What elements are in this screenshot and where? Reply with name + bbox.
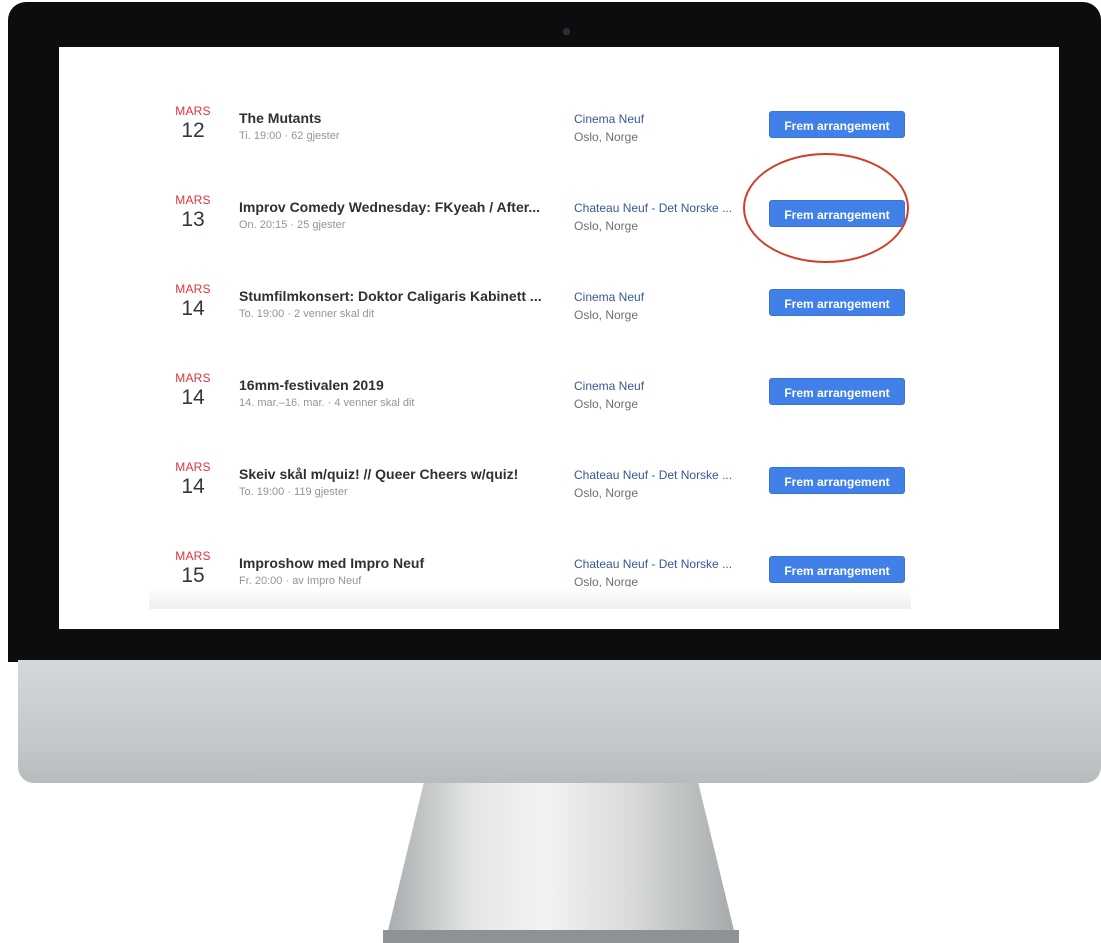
frem-arrangement-button[interactable]: Frem arrangement [769,467,905,494]
event-day: 14 [181,386,205,409]
stand-base [383,930,739,943]
event-meta: Fr. 20:00 · av Impro Neuf [239,575,362,587]
highlight-circle [743,153,909,263]
venue-city: Oslo, Norge [574,219,639,233]
venue-city: Oslo, Norge [574,397,639,411]
list-bottom-fade [149,587,911,609]
event-meta: 14. mar.–16. mar. · 4 venner skal dit [239,397,415,409]
event-meta: To. 19:00 · 2 venner skal dit [239,308,375,320]
venue-city: Oslo, Norge [574,486,639,500]
monitor-screen: MARS 12 The Mutants Ti. 19:00 · 62 gjest… [59,47,1059,629]
venue-city: Oslo, Norge [574,308,639,322]
event-day: 14 [181,475,205,498]
event-meta: On. 20:15 · 25 gjester [239,219,346,231]
frem-arrangement-button[interactable]: Frem arrangement [769,111,905,138]
event-month: MARS [175,193,211,207]
event-day: 12 [181,119,205,142]
monitor-stand [385,783,737,943]
monitor-chin [18,660,1101,783]
event-row: MARS 14 Skeiv skål m/quiz! // Queer Chee… [149,450,911,510]
event-day: 14 [181,297,205,320]
frem-arrangement-button[interactable]: Frem arrangement [769,289,905,316]
event-month: MARS [175,371,211,385]
event-meta: Ti. 19:00 · 62 gjester [239,130,340,142]
venue-link[interactable]: Chateau Neuf - Det Norske ... [574,557,744,571]
frem-arrangement-button[interactable]: Frem arrangement [769,378,905,405]
event-meta: To. 19:00 · 119 gjester [239,486,348,498]
event-month: MARS [175,282,211,296]
event-row: MARS 14 16mm-festivalen 2019 14. mar.–16… [149,361,911,421]
event-month: MARS [175,104,211,118]
event-day: 15 [181,564,205,587]
camera-icon [563,28,570,35]
event-month: MARS [175,549,211,563]
frem-arrangement-button[interactable]: Frem arrangement [769,556,905,583]
event-title-link[interactable]: 16mm-festivalen 2019 [239,377,564,393]
venue-link[interactable]: Cinema Neuf [574,379,744,393]
monitor-bezel: MARS 12 The Mutants Ti. 19:00 · 62 gjest… [8,2,1101,662]
event-title-link[interactable]: Improshow med Impro Neuf [239,555,564,571]
event-title-link[interactable]: Stumfilmkonsert: Doktor Caligaris Kabine… [239,288,564,304]
venue-link[interactable]: Cinema Neuf [574,290,744,304]
event-title-link[interactable]: The Mutants [239,110,564,126]
event-title-link[interactable]: Improv Comedy Wednesday: FKyeah / After.… [239,199,564,215]
event-title-link[interactable]: Skeiv skål m/quiz! // Queer Cheers w/qui… [239,466,564,482]
venue-link[interactable]: Chateau Neuf - Det Norske ... [574,468,744,482]
venue-link[interactable]: Chateau Neuf - Det Norske ... [574,201,744,215]
event-list: MARS 12 The Mutants Ti. 19:00 · 62 gjest… [149,47,911,609]
venue-link[interactable]: Cinema Neuf [574,112,744,126]
venue-city: Oslo, Norge [574,130,639,144]
event-row: MARS 12 The Mutants Ti. 19:00 · 62 gjest… [149,94,911,154]
event-day: 13 [181,208,205,231]
event-month: MARS [175,460,211,474]
event-row: MARS 14 Stumfilmkonsert: Doktor Caligari… [149,272,911,332]
